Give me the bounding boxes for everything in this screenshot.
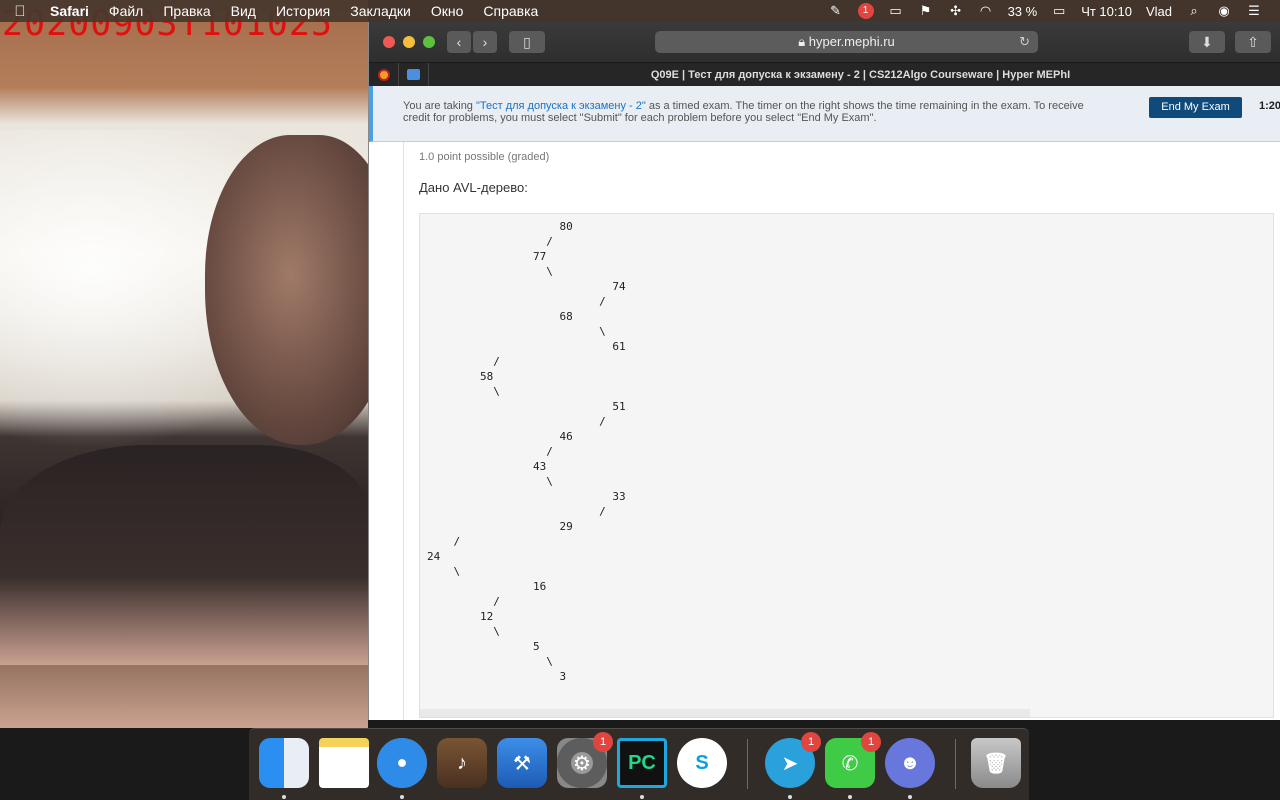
settings-badge: 1 (593, 732, 613, 752)
minimize-window-icon[interactable] (403, 36, 415, 48)
clock[interactable]: Чт 10:10 (1081, 4, 1132, 19)
person-shirt (0, 445, 368, 665)
flag-icon[interactable]: ⚑ (918, 4, 934, 18)
pycharm-icon[interactable]: PC (617, 738, 667, 788)
reload-icon[interactable]: ↻ (1019, 31, 1030, 53)
battery-percent[interactable]: 33 % (1008, 4, 1038, 19)
problem-content: 1.0 point possible (graded) Дано AVL-дер… (403, 142, 1280, 720)
zoom-window-icon[interactable] (423, 36, 435, 48)
discord-icon[interactable]: ☻ (885, 738, 935, 788)
telegram-badge: 1 (801, 732, 821, 752)
dock: ♪ ⚒ ⚙ 1 PC S ➤ 1 ✆ 1 ☻ 🗑︎ (249, 728, 1029, 800)
lock-icon: 🔒︎ (798, 34, 806, 49)
horizontal-scrollbar[interactable] (420, 709, 1030, 717)
finder-icon[interactable] (259, 738, 309, 788)
menu-history[interactable]: История (266, 3, 340, 19)
wifi-icon[interactable]: ◠ (978, 4, 994, 18)
status-area: ✎ 1 ▭ ⚑ ✣ ◠ 33 % ▭ Чт 10:10 Vlad ⌕ ◉ ☰ (828, 0, 1280, 22)
xcode-icon[interactable]: ⚒ (497, 738, 547, 788)
facetime-icon[interactable]: ✆ 1 (825, 732, 881, 788)
system-preferences-icon[interactable]: ⚙ 1 (557, 732, 613, 788)
bookmark-favicon-icon[interactable] (369, 62, 399, 87)
close-window-icon[interactable] (383, 36, 395, 48)
pen-tool-icon[interactable]: ✎ (828, 4, 844, 18)
url-text: hyper.mephi.ru (808, 34, 895, 49)
sidebar-button[interactable]: ▯ (509, 31, 545, 53)
back-button[interactable]: ‹ (447, 31, 471, 53)
garageband-icon[interactable]: ♪ (437, 738, 487, 788)
list-icon[interactable]: ☰ (1246, 4, 1262, 18)
exam-message: You are taking "Тест для допуска к экзам… (403, 100, 1084, 124)
tab-bar: Q09E | Тест для допуска к экзамену - 2 |… (369, 62, 1280, 87)
timed-exam-banner: You are taking "Тест для допуска к экзам… (369, 86, 1280, 142)
menu-edit[interactable]: Правка (153, 3, 220, 19)
share-button[interactable]: ⇧ (1235, 31, 1271, 53)
skype-icon[interactable]: S (677, 738, 727, 788)
menu-file[interactable]: Файл (99, 3, 153, 19)
menu-safari[interactable]: Safari (40, 3, 99, 19)
siri-icon[interactable]: ◉ (1216, 4, 1232, 18)
menu-help[interactable]: Справка (473, 3, 548, 19)
search-icon[interactable]: ⌕ (1186, 4, 1202, 18)
apple-menu-icon[interactable]:  (0, 3, 40, 20)
user-name[interactable]: Vlad (1146, 4, 1172, 19)
notes-icon[interactable] (319, 738, 369, 788)
forward-button[interactable]: › (473, 31, 497, 53)
problem-prompt: Дано AVL-дерево: (419, 180, 528, 195)
exam-timer: 1:20: (1259, 100, 1280, 112)
safari-window: ‹ › ▯ 🔒︎ hyper.mephi.ru ↻ ⬇ ⇧ Q09E | Тес… (368, 22, 1280, 720)
facetime-badge: 1 (861, 732, 881, 752)
end-exam-button[interactable]: End My Exam (1149, 97, 1242, 118)
notification-badge[interactable]: 1 (857, 3, 874, 19)
trash-icon[interactable]: 🗑︎ (971, 738, 1021, 788)
battery-icon[interactable]: ▭ (1051, 4, 1067, 18)
avl-tree-text: 80 / 77 \ 74 / 68 \ 61 / 58 \ 51 / 46 / … (427, 220, 626, 683)
tab-title[interactable]: Q09E | Тест для допуска к экзамену - 2 |… (441, 69, 1280, 81)
network-icon[interactable]: ✣ (948, 4, 964, 18)
window-controls (383, 36, 435, 48)
safari-icon[interactable] (377, 738, 427, 788)
menu-bookmarks[interactable]: Закладки (340, 3, 421, 19)
menu-view[interactable]: Вид (221, 3, 266, 19)
menu-window[interactable]: Окно (421, 3, 474, 19)
points-label: 1.0 point possible (graded) (419, 151, 550, 163)
webcam-feed: 20200903T101025 (0, 0, 368, 728)
chat-favicon-icon[interactable] (399, 62, 429, 87)
tree-code-block: 80 / 77 \ 74 / 68 \ 61 / 58 \ 51 / 46 / … (419, 213, 1274, 718)
message-icon[interactable]: ▭ (888, 4, 904, 18)
browser-toolbar: ‹ › ▯ 🔒︎ hyper.mephi.ru ↻ ⬇ ⇧ (369, 22, 1280, 62)
telegram-icon[interactable]: ➤ 1 (765, 732, 821, 788)
address-bar[interactable]: 🔒︎ hyper.mephi.ru ↻ (655, 31, 1038, 53)
exam-link[interactable]: "Тест для допуска к экзамену - 2" (476, 100, 646, 112)
menu-bar:  Safari Файл Правка Вид История Закладк… (0, 0, 1280, 22)
downloads-button[interactable]: ⬇ (1189, 31, 1225, 53)
